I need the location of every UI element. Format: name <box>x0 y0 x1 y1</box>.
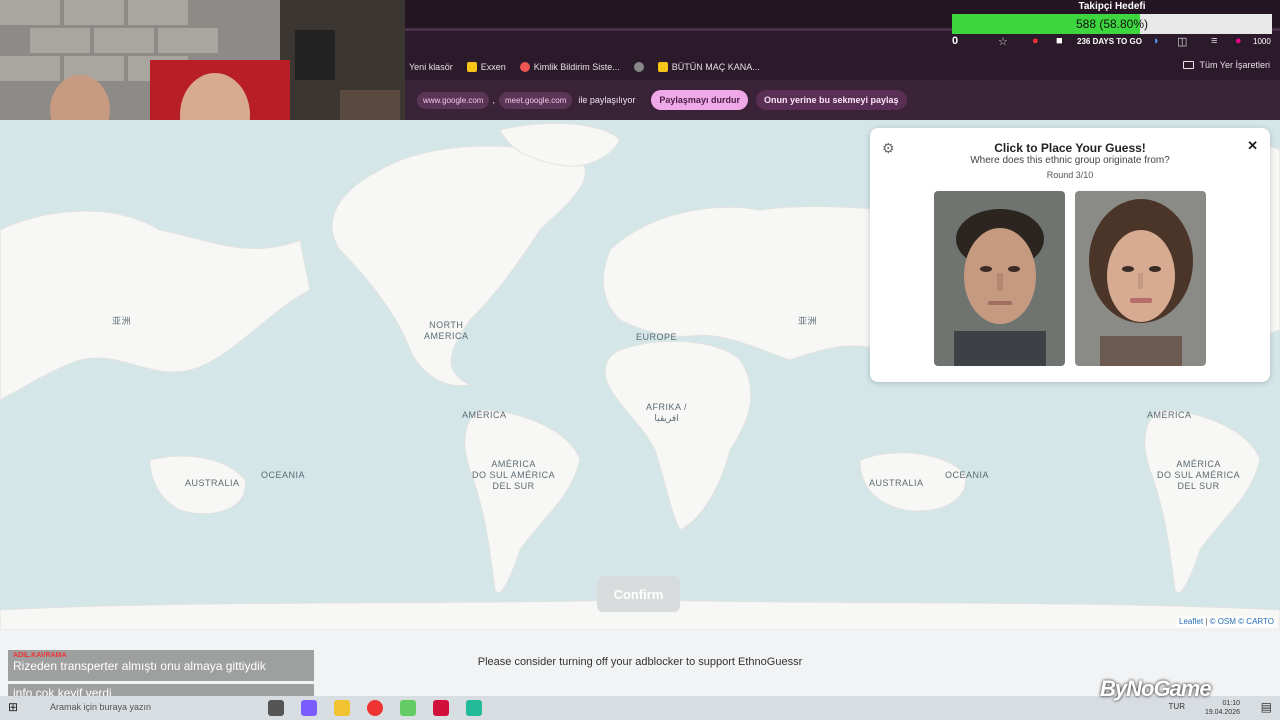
badge-count: 1000 <box>1253 37 1271 46</box>
attribution-separator: | <box>1205 617 1208 626</box>
audio-icon[interactable]: ◗ <box>1153 35 1160 47</box>
map-label-europe: EUROPE <box>636 332 678 342</box>
app-icon-3[interactable] <box>433 700 449 716</box>
bookmark-label: Yeni klasör <box>409 61 453 72</box>
all-bookmarks-label: Tüm Yer İşaretleri <box>1199 60 1270 70</box>
task-view-icon[interactable] <box>268 700 284 716</box>
all-bookmarks[interactable]: Tüm Yer İşaretleri <box>1183 60 1270 70</box>
app-icon-4[interactable] <box>466 700 482 716</box>
bookmarks-bar: Yeni klasör Exxen Kimlik Bildirim Siste.… <box>405 53 1280 80</box>
map-label-oceania-left: OCEANIA <box>261 470 306 480</box>
map-label-australia-left: AUSTRALIA <box>185 478 240 488</box>
bookmark-globe[interactable] <box>633 61 644 72</box>
media-icon[interactable]: ≡ <box>1211 35 1217 47</box>
notification-icon[interactable]: ▤ <box>1261 700 1272 714</box>
chat-username: ADIL.KAVRAMA <box>13 652 67 659</box>
bookmark-label: Kimlik Bildirim Siste... <box>533 61 620 72</box>
map-attribution: Leaflet | © OSM © CARTO <box>1176 616 1277 627</box>
panel-title: Click to Place Your Guess! <box>994 141 1146 155</box>
guess-panel: ⚙ ✕ Click to Place Your Guess! Where doe… <box>870 128 1270 382</box>
carto-link[interactable]: © CARTO <box>1238 617 1274 626</box>
app-icon-2[interactable] <box>400 700 416 716</box>
star-icon[interactable]: ☆ <box>998 35 1008 48</box>
windows-start-icon[interactable]: ⊞ <box>8 700 18 714</box>
days-to-go-text: 236 DAYS TO GO <box>1077 37 1142 46</box>
taskbar-search[interactable]: Aramak için buraya yazın <box>50 702 151 712</box>
bookmark-butun-mac[interactable]: BÜTÜN MAÇ KANA... <box>657 61 760 72</box>
map-label-south-america-right: AMÉRICA DO SUL AMÉRICA DEL SUR <box>1157 459 1241 491</box>
tab-sharing-bar: www.google.com , meet.google.com ile pay… <box>405 80 1280 120</box>
bookmark-kimlik[interactable]: Kimlik Bildirim Siste... <box>519 61 620 72</box>
panel-question: Where does this ethnic group originate f… <box>970 155 1170 166</box>
female-face-image <box>1075 191 1206 366</box>
bynogame-logo: ByNoGame <box>1100 676 1212 701</box>
male-face-image <box>934 191 1065 366</box>
file-explorer-icon[interactable] <box>334 700 350 716</box>
map-label-north-america: NORTH AMERICA <box>424 320 469 341</box>
sharing-text: ile paylaşılıyor <box>578 95 636 105</box>
extension-red-icon[interactable]: ● <box>1032 35 1039 47</box>
bookmark-exxen[interactable]: Exxen <box>466 61 506 72</box>
map-label-america-right: AMÉRICA <box>1147 410 1192 420</box>
app-icon[interactable] <box>301 700 317 716</box>
map-label-asia-right: 亚洲 <box>798 316 818 326</box>
osm-link[interactable]: © OSM <box>1210 617 1236 626</box>
exxen-icon <box>466 61 477 72</box>
round-indicator: Round 3/10 <box>1046 170 1094 180</box>
windows-taskbar: ⊞ Aramak için buraya yazın TUR 01:10 19.… <box>0 696 1280 720</box>
map-label-oceania-right: OCEANIA <box>945 470 990 480</box>
confirm-button[interactable]: Confirm <box>597 576 680 612</box>
chat-message-1: ADIL.KAVRAMA Rizeden transperter almıştı… <box>8 650 314 681</box>
map-label-africa: AFRIKA / افريقيا <box>646 402 688 423</box>
folder-icon <box>1183 61 1195 69</box>
globe-icon <box>633 61 644 72</box>
stop-sharing-button[interactable]: Paylaşmayı durdur <box>651 90 748 110</box>
jp-icon <box>657 61 668 72</box>
map-label-australia-right: AUSTRALIA <box>869 478 924 488</box>
map-label-asia-left: 亚洲 <box>112 316 132 326</box>
kimlik-icon <box>519 61 530 72</box>
goal-progress-text: 588 (58.80%) <box>1075 17 1149 31</box>
domain-separator: , <box>492 95 495 105</box>
goal-progress-bar: 588 (58.80%) <box>952 14 1272 34</box>
map-label-america: AMÉRICA <box>462 410 507 420</box>
chrome-icon[interactable] <box>367 700 383 716</box>
shared-domain-2: meet.google.com <box>499 91 573 109</box>
extensions-icon[interactable]: ◫ <box>1177 35 1187 48</box>
clock-date: 19.04.2026 <box>1204 709 1240 716</box>
counter-text: 0 <box>952 35 959 47</box>
bookmark-yeni-klasor[interactable]: Yeni klasör <box>409 62 453 72</box>
map-label-south-america: AMÉRICA DO SUL AMÉRICA DEL SUR <box>472 459 556 491</box>
language-indicator[interactable]: TUR <box>1169 702 1185 711</box>
leaflet-link[interactable]: Leaflet <box>1179 617 1203 626</box>
share-this-tab-button[interactable]: Onun yerine bu sekmeyi paylaş <box>755 90 907 110</box>
chat-text: Rizeden transperter almıştı onu almaya g… <box>13 659 266 673</box>
avatar[interactable]: ● <box>1235 35 1242 47</box>
bookmark-label: Exxen <box>480 61 506 72</box>
goal-title: Takipçi Hedefi <box>1078 1 1146 12</box>
extension-square-icon[interactable]: ■ <box>1056 35 1063 47</box>
bookmark-label: BÜTÜN MAÇ KANA... <box>671 61 760 72</box>
shared-domain-1: www.google.com <box>417 91 490 109</box>
